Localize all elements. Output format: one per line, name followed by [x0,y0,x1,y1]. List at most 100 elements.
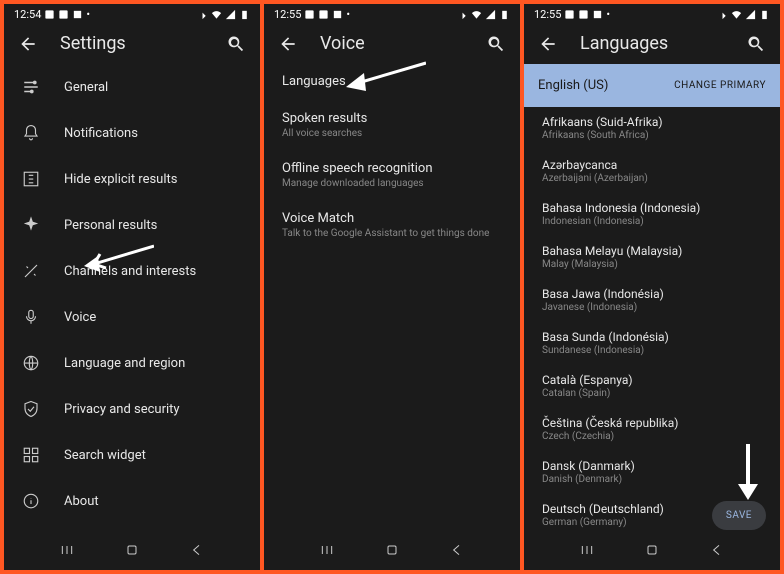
clock: 12:55 [534,8,561,21]
recents-button[interactable] [59,542,75,562]
settings-list: General Notifications Hide explicit resu… [4,64,260,532]
app-icon-2 [592,9,603,20]
search-button[interactable] [486,34,506,54]
status-bar: 12:54 • [4,4,260,23]
status-right [197,9,250,20]
back-nav-button[interactable] [449,542,465,562]
back-arrow-icon [18,34,38,54]
lang-en: Javanese (Indonesia) [542,302,762,313]
mic-icon [22,308,40,326]
item-title: Spoken results [282,111,502,126]
lang-en: Malay (Malaysia) [542,259,762,270]
app-icon [578,9,589,20]
clock: 12:55 [274,8,301,21]
lang-en: Danish (Denmark) [542,474,762,485]
status-right [457,9,510,20]
voice-spoken-results[interactable]: Spoken results All voice searches [264,101,520,151]
voice-match[interactable]: Voice Match Talk to the Google Assistant… [264,201,520,251]
item-title: Offline speech recognition [282,161,502,176]
back-button[interactable] [18,34,38,54]
lang-en: Indonesian (Indonesia) [542,216,762,227]
lang-name: Basa Sunda (Indonésia) [542,330,762,344]
app-icon [58,9,69,20]
menu-label: Notifications [64,126,138,141]
home-button[interactable] [644,542,660,562]
back-arrow-icon [538,34,558,54]
nav-bar [4,532,260,570]
home-button[interactable] [124,542,140,562]
menu-about[interactable]: About [4,478,260,524]
lang-item[interactable]: Basa Jawa (Indonésia)Javanese (Indonesia… [524,279,780,322]
more-notifications: • [346,8,350,21]
explicit-icon [22,170,40,188]
gallery-icon [44,9,55,20]
lang-name: Català (Espanya) [542,373,762,387]
menu-widget[interactable]: Search widget [4,432,260,478]
lang-item[interactable]: Català (Espanya)Catalan (Spain) [524,365,780,408]
menu-label: General [64,80,108,95]
status-left: 12:54 • [14,8,90,21]
battery-icon [499,9,510,20]
item-sub: Talk to the Google Assistant to get thin… [282,228,502,239]
menu-channels[interactable]: Channels and interests [4,248,260,294]
phone-voice: 12:55 • Voice Languages Spoken results A… [264,4,520,570]
wand-icon [22,262,40,280]
change-primary-button[interactable]: CHANGE PRIMARY [674,80,766,91]
lang-item[interactable]: Dansk (Danmark)Danish (Denmark) [524,451,780,494]
search-button[interactable] [746,34,766,54]
sparkle-icon [22,216,40,234]
signal-icon [485,9,496,20]
clock: 12:54 [14,8,41,21]
item-title: Voice Match [282,211,502,226]
voice-offline[interactable]: Offline speech recognition Manage downlo… [264,151,520,201]
page-title: Voice [320,33,464,54]
menu-language[interactable]: Language and region [4,340,260,386]
lang-item[interactable]: Čeština (Česká republika)Czech (Czechia) [524,408,780,451]
bluetooth-icon [457,9,468,20]
recents-button[interactable] [579,542,595,562]
lang-en: Catalan (Spain) [542,388,762,399]
search-button[interactable] [226,34,246,54]
lang-item[interactable]: Afrikaans (Suid-Afrika)Afrikaans (South … [524,107,780,150]
shield-icon [22,400,40,418]
back-button[interactable] [278,34,298,54]
search-icon [746,34,766,54]
recents-button[interactable] [319,542,335,562]
menu-personal[interactable]: Personal results [4,202,260,248]
bluetooth-icon [197,9,208,20]
item-sub: Manage downloaded languages [282,178,502,189]
voice-languages[interactable]: Languages [264,64,520,101]
item-sub: All voice searches [282,128,502,139]
menu-notifications[interactable]: Notifications [4,110,260,156]
lang-item[interactable]: Bahasa Melayu (Malaysia)Malay (Malaysia) [524,236,780,279]
wifi-icon [211,9,222,20]
menu-label: About [64,494,99,509]
globe-icon [22,354,40,372]
bell-icon [22,124,40,142]
lang-en: Czech (Czechia) [542,431,762,442]
primary-language[interactable]: English (US) CHANGE PRIMARY [524,64,780,107]
signal-icon [225,9,236,20]
lang-en: Azerbaijani (Azerbaijan) [542,173,762,184]
status-bar: 12:55 • [264,4,520,23]
languages-list[interactable]: English (US) CHANGE PRIMARY Afrikaans (S… [524,64,780,532]
back-arrow-icon [278,34,298,54]
gallery-icon [304,9,315,20]
lang-item[interactable]: AzərbaycancaAzerbaijani (Azerbaijan) [524,150,780,193]
lang-item[interactable]: Basa Sunda (Indonésia)Sundanese (Indones… [524,322,780,365]
back-nav-button[interactable] [189,542,205,562]
status-left: 12:55 • [274,8,350,21]
menu-privacy[interactable]: Privacy and security [4,386,260,432]
lang-item[interactable]: Bahasa Indonesia (Indonesia)Indonesian (… [524,193,780,236]
app-icon-2 [72,9,83,20]
save-button[interactable]: SAVE [712,501,766,530]
menu-explicit[interactable]: Hide explicit results [4,156,260,202]
back-button[interactable] [538,34,558,54]
menu-general[interactable]: General [4,64,260,110]
menu-voice[interactable]: Voice [4,294,260,340]
menu-label: Search widget [64,448,146,463]
voice-list: Languages Spoken results All voice searc… [264,64,520,532]
home-button[interactable] [384,542,400,562]
back-nav-button[interactable] [709,542,725,562]
menu-label: Hide explicit results [64,172,177,187]
